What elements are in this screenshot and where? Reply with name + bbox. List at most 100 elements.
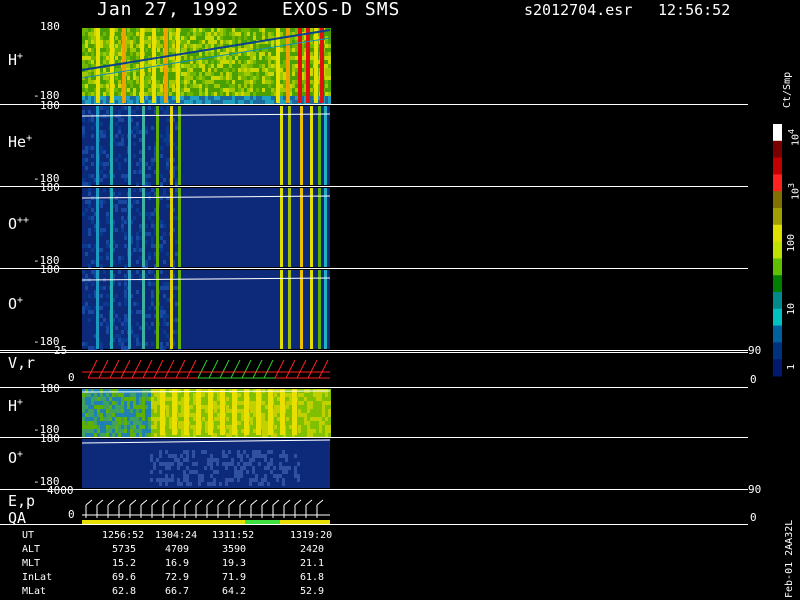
heatmap-cell [208, 72, 211, 76]
heatmap-cell [100, 92, 103, 96]
heatmap-cell [85, 405, 88, 409]
heatmap-cell [208, 28, 211, 32]
heatmap-cell [220, 84, 223, 88]
heatmap-stripe [324, 270, 327, 349]
heatmap-cell [109, 389, 112, 393]
heatmap-stripe [142, 270, 145, 349]
heatmap-cell [322, 401, 325, 405]
heatmap-cell [268, 52, 271, 56]
heatmap-cell [154, 421, 157, 425]
heatmap-cell [156, 478, 159, 482]
ep-trace [217, 499, 225, 506]
heatmap-cell [121, 106, 124, 110]
heatmap-cell [100, 134, 103, 138]
heatmap-cell [171, 454, 174, 458]
orbit-value: 4709 [165, 544, 190, 555]
heatmap-stripe [110, 270, 113, 349]
heatmap-cell [160, 40, 163, 44]
heatmap-cell [88, 244, 91, 248]
heatmap-cell [130, 393, 133, 397]
heatmap-cell [97, 413, 100, 417]
heatmap-cell [85, 32, 88, 36]
heatmap-cell [310, 68, 313, 72]
heatmap-cell [136, 397, 139, 401]
vr-right-min: 0 [750, 373, 757, 386]
heatmap-cell [91, 270, 94, 274]
heatmap-cell [154, 405, 157, 409]
heatmap-cell [94, 413, 97, 417]
heatmap-cell [220, 60, 223, 64]
heatmap-cell [85, 302, 88, 306]
heatmap-cell [166, 158, 169, 162]
heatmap-cell [103, 96, 106, 100]
heatmap-cell [127, 40, 130, 44]
heatmap-cell [118, 389, 121, 393]
heatmap-cell [202, 389, 205, 393]
heatmap-cell [163, 282, 166, 286]
heatmap-cell [130, 425, 133, 429]
heatmap-cell [292, 84, 295, 88]
heatmap-cell [268, 64, 271, 68]
heatmap-cell [168, 466, 171, 470]
heatmap-cell [127, 72, 130, 76]
heatmap-cell [145, 389, 148, 393]
heatmap-cell [225, 466, 228, 470]
heatmap-cell [159, 482, 162, 486]
heatmap-cell [118, 48, 121, 52]
heatmap-cell [247, 84, 250, 88]
heatmap-cell [115, 314, 118, 318]
heatmap-cell [181, 393, 184, 397]
heatmap-cell [106, 409, 109, 413]
heatmap-cell [151, 389, 154, 393]
heatmap-cell [192, 450, 195, 454]
heatmap-cell [88, 36, 91, 40]
heatmap-cell [115, 48, 118, 52]
heatmap-cell [226, 393, 229, 397]
heatmap-cell [268, 48, 271, 52]
heatmap-stripe [156, 188, 159, 267]
heatmap-cell [94, 417, 97, 421]
heatmap-cell [253, 32, 256, 36]
heatmap-cell [246, 462, 249, 466]
heatmap-cell [265, 60, 268, 64]
heatmap-cell [177, 462, 180, 466]
heatmap-cell [292, 64, 295, 68]
heatmap-cell [234, 466, 237, 470]
heatmap-cell [295, 52, 298, 56]
heatmap-cell [91, 48, 94, 52]
heatmap-cell [115, 44, 118, 48]
heatmap-cell [124, 318, 127, 322]
heatmap-cell [160, 32, 163, 36]
heatmap-cell [205, 409, 208, 413]
heatmap-cell [190, 36, 193, 40]
heatmap-cell [259, 68, 262, 72]
heatmap-cell [130, 64, 133, 68]
heatmap-cell [226, 68, 229, 72]
heatmap-cell [166, 196, 169, 200]
heatmap-cell [190, 389, 193, 393]
heatmap-cell [202, 84, 205, 88]
heatmap-cell [283, 76, 286, 80]
heatmap-cell [286, 401, 289, 405]
heatmap-cell [247, 60, 250, 64]
heatmap-cell [217, 417, 220, 421]
heatmap-cell [127, 96, 130, 100]
heatmap-cell [274, 405, 277, 409]
heatmap-cell [178, 413, 181, 417]
heatmap-cell [211, 64, 214, 68]
heatmap-cell [271, 48, 274, 52]
heatmap-cell [258, 482, 261, 486]
heatmap-cell [130, 84, 133, 88]
heatmap-cell [145, 322, 148, 326]
heatmap-cell [238, 405, 241, 409]
heatmap-cell [133, 56, 136, 60]
heatmap-cell [322, 405, 325, 409]
heatmap-cell [253, 64, 256, 68]
heatmap-cell [148, 68, 151, 72]
heatmap-cell [148, 425, 151, 429]
heatmap-cell [229, 80, 232, 84]
heatmap-cell [214, 88, 217, 92]
heatmap-cell [313, 397, 316, 401]
heatmap-cell [252, 470, 255, 474]
heatmap-cell [313, 401, 316, 405]
